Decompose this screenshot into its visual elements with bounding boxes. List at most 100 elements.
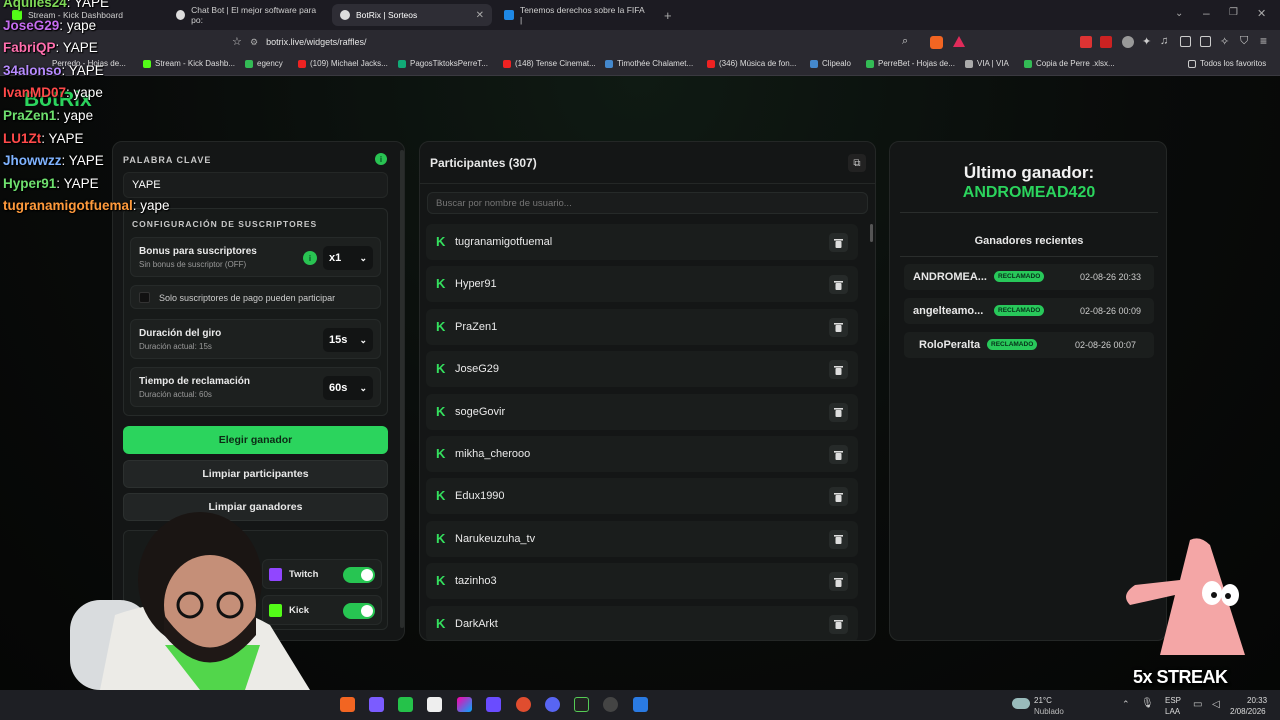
brave-icon[interactable]: [340, 697, 355, 712]
lang-label[interactable]: ESP: [1165, 696, 1181, 705]
bookmark-icon[interactable]: ☆: [232, 35, 242, 48]
music-icon[interactable]: ♫: [1160, 35, 1168, 47]
sidebar-icon[interactable]: [1180, 36, 1191, 47]
photos-icon[interactable]: [457, 697, 472, 712]
participant-name: mikha_cherooo: [455, 448, 531, 460]
tab-botrix-sorteos[interactable]: BotRix | Sorteos ✕: [332, 4, 492, 26]
spin-duration-row: Duración del giro Duración actual: 15s 1…: [130, 319, 381, 359]
bookmark-item[interactable]: VIA | VIA: [965, 59, 1009, 68]
delete-button[interactable]: [829, 402, 848, 422]
delete-button[interactable]: [829, 614, 848, 634]
youtube-icon: [503, 59, 511, 68]
chat-text: YAPE: [74, 0, 110, 10]
tab-chat-bot[interactable]: Chat Bot | El mejor software para po:: [168, 4, 326, 26]
extension-icon[interactable]: [1122, 36, 1134, 48]
info-icon[interactable]: i: [303, 251, 317, 265]
zoom-icon[interactable]: ⌕: [902, 35, 908, 48]
keyword-input[interactable]: YAPE: [123, 172, 388, 198]
chevron-down-icon: ⌄: [359, 382, 367, 393]
apps-icon[interactable]: [369, 697, 384, 712]
scrollbar[interactable]: [870, 224, 873, 242]
spin-duration-select[interactable]: 15s ⌄: [323, 328, 373, 352]
network-icon[interactable]: ▭: [1193, 699, 1202, 710]
close-window-icon[interactable]: ✕: [1257, 7, 1266, 20]
claim-time-select[interactable]: 60s ⌄: [323, 376, 373, 400]
bookmark-item[interactable]: PerreBet - Hojas de...: [866, 59, 955, 68]
volume-icon[interactable]: ◁: [1212, 699, 1220, 710]
delete-button[interactable]: [829, 487, 848, 507]
participant-name: PraZen1: [455, 320, 498, 333]
paid-only-checkbox[interactable]: [139, 292, 150, 303]
mic-icon[interactable]: 🎙: [1141, 698, 1154, 709]
chat-user: tugranamigotfuemal: [3, 198, 133, 214]
bookmark-item[interactable]: Timothée Chalamet...: [605, 59, 693, 68]
participant-row: K PraZen1: [426, 308, 858, 345]
all-favorites[interactable]: Todos los favoritos: [1188, 59, 1266, 68]
app-icon[interactable]: [516, 697, 531, 712]
delete-button[interactable]: [829, 445, 848, 464]
maximize-icon[interactable]: ❐: [1229, 7, 1238, 18]
bookmark-item[interactable]: PagosTiktoksPerreT...: [398, 59, 488, 68]
leo-icon[interactable]: ✧: [1220, 35, 1229, 48]
vpn-icon[interactable]: ⛉: [1240, 35, 1248, 48]
bookmark-item[interactable]: Copia de Perre .xlsx...: [1024, 59, 1115, 68]
delete-button[interactable]: [829, 572, 848, 592]
paid-only-row[interactable]: Solo suscriptores de pago pueden partici…: [130, 285, 381, 309]
scrollbar[interactable]: [400, 150, 404, 628]
bookmark-item[interactable]: egency: [245, 59, 283, 68]
clear-participants-button[interactable]: Limpiar participantes: [123, 460, 388, 488]
bonus-select[interactable]: x1 ⌄: [323, 246, 373, 270]
clock-time: 20:33: [1247, 696, 1268, 705]
chevron-down-icon: ⌄: [359, 252, 367, 263]
extension-icon[interactable]: [1100, 36, 1112, 48]
delete-button[interactable]: [829, 360, 848, 380]
brave-shield-icon[interactable]: [930, 36, 943, 49]
editor-icon[interactable]: [486, 697, 501, 712]
kick-icon: K: [436, 276, 446, 292]
extension-icon[interactable]: [1080, 36, 1092, 48]
bookmark-item[interactable]: (148) Tense Cinemat...: [503, 59, 596, 68]
pick-winner-button[interactable]: Elegir ganador: [123, 426, 388, 454]
chat-user: JoseG29: [3, 17, 60, 33]
tab-list-icon[interactable]: ⌄: [1175, 8, 1183, 19]
participants-title: Participantes (307): [430, 156, 537, 170]
obs-icon[interactable]: [574, 697, 589, 712]
minimize-icon[interactable]: –: [1203, 6, 1210, 20]
search-input[interactable]: [427, 192, 868, 214]
info-icon[interactable]: i: [375, 153, 387, 165]
new-tab-icon[interactable]: +: [664, 8, 672, 23]
copy-icon[interactable]: ⧉: [848, 154, 866, 172]
delete-button[interactable]: [829, 233, 848, 252]
site-info-icon[interactable]: ⚙: [250, 37, 258, 48]
lang-label-2[interactable]: LAA: [1165, 707, 1180, 716]
bookmark-item[interactable]: Stream - Kick Dashb...: [143, 59, 235, 68]
wallet-icon[interactable]: [1200, 36, 1211, 47]
obs-studio-icon[interactable]: [603, 697, 618, 712]
extensions-icon[interactable]: ✦: [1142, 35, 1151, 48]
media-icon[interactable]: [398, 697, 413, 712]
kick-icon: K: [436, 573, 446, 589]
chevron-down-icon: ⌄: [359, 334, 367, 345]
capcut-icon[interactable]: [427, 697, 442, 712]
tray-chevron-icon[interactable]: ⌃: [1122, 699, 1130, 710]
tab-fifa[interactable]: Tenemos derechos sobre la FIFA |: [496, 4, 656, 26]
delete-button[interactable]: [829, 275, 848, 295]
url-field[interactable]: ⚙ botrix.live/widgets/raffles/: [250, 34, 950, 50]
chat-text: yape: [140, 198, 170, 214]
doc-icon: [605, 59, 613, 68]
kick-icon: K: [436, 615, 446, 631]
status-badge: RECLAMADO: [987, 339, 1038, 350]
delete-button[interactable]: [829, 529, 848, 549]
close-tab-icon[interactable]: ✕: [476, 10, 484, 21]
discord-icon[interactable]: [545, 697, 560, 712]
calculator-icon[interactable]: [633, 697, 648, 712]
winner-name: angelteamo...: [913, 305, 984, 317]
brave-rewards-icon[interactable]: [953, 36, 965, 47]
menu-icon[interactable]: ≡: [1260, 34, 1267, 48]
bookmark-item[interactable]: Clipealo: [810, 59, 851, 68]
bookmark-item[interactable]: (346) Música de fon...: [707, 59, 796, 68]
bookmark-item[interactable]: (109) Michael Jacks...: [298, 59, 388, 68]
delete-button[interactable]: [829, 317, 848, 337]
chat-message: FabriQP: YAPE: [3, 40, 98, 56]
last-winner-name: ANDROMEAD420: [962, 184, 1096, 201]
